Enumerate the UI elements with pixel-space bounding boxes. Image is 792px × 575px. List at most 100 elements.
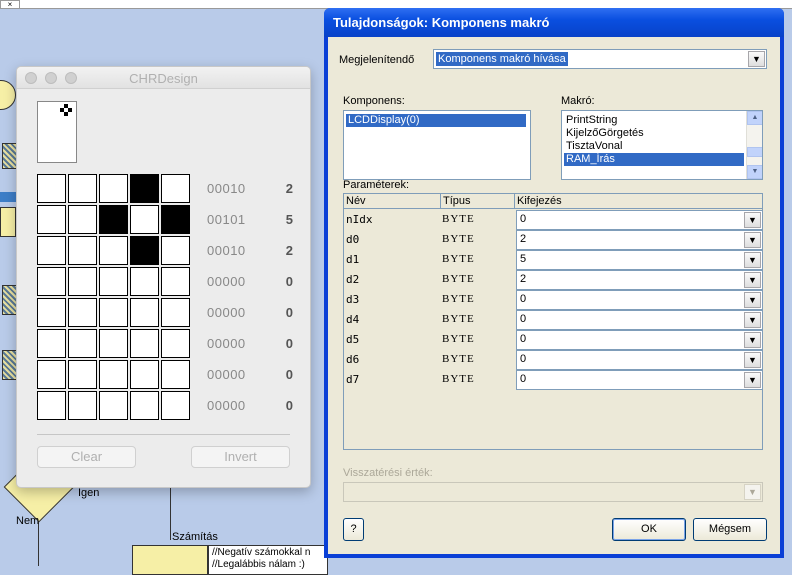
chrdesign-titlebar[interactable]: CHRDesign [17, 67, 310, 89]
pixel-cell[interactable] [37, 267, 66, 296]
pixel-cell[interactable] [130, 267, 159, 296]
pixel-cell[interactable] [161, 236, 190, 265]
display-select[interactable]: Komponens makró hívása ▼ [433, 49, 767, 69]
pixel-cell[interactable] [68, 267, 97, 296]
cancel-button[interactable]: Mégsem [693, 518, 767, 541]
param-expression-input[interactable]: 2 ▼ [516, 270, 763, 290]
param-expression-input[interactable]: 0 ▼ [516, 330, 763, 350]
pixel-cell[interactable] [68, 360, 97, 389]
macro-list-scrollbar[interactable]: ▲ ▼ [746, 111, 762, 179]
param-expression-value: 5 [520, 253, 527, 265]
pixel-cell[interactable] [99, 298, 128, 327]
dropdown-arrow-icon[interactable]: ▼ [744, 272, 761, 288]
pixel-cell[interactable] [37, 205, 66, 234]
param-expression-value: 0 [520, 373, 527, 385]
param-expression-input[interactable]: 0 ▼ [516, 370, 763, 390]
pixel-cell[interactable] [99, 174, 128, 203]
row-binary-value: 00000 [207, 336, 246, 351]
return-value-select: ▼ [343, 482, 763, 502]
pixel-cell[interactable] [130, 298, 159, 327]
pixel-cell[interactable] [99, 205, 128, 234]
param-expression-input[interactable]: 0 ▼ [516, 210, 763, 230]
pixel-cell[interactable] [161, 329, 190, 358]
param-expression-input[interactable]: 0 ▼ [516, 290, 763, 310]
ok-button[interactable]: OK [612, 518, 686, 541]
macro-item[interactable]: KijelzőGörgetés [564, 127, 646, 140]
pixel-cell[interactable] [37, 329, 66, 358]
invert-button[interactable]: Invert [191, 446, 290, 468]
macro-list[interactable]: PrintString KijelzőGörgetés TisztaVonal … [561, 110, 763, 180]
dropdown-arrow-icon[interactable]: ▼ [744, 292, 761, 308]
pixel-cell[interactable] [37, 360, 66, 389]
dropdown-arrow-icon[interactable]: ▼ [744, 232, 761, 248]
pixel-cell[interactable] [68, 236, 97, 265]
pixel-cell[interactable] [99, 267, 128, 296]
dropdown-arrow-icon[interactable]: ▼ [744, 312, 761, 328]
pixel-cell[interactable] [161, 298, 190, 327]
macro-item-selected[interactable]: RAM_Írás [564, 153, 744, 166]
pixel-cell[interactable] [99, 236, 128, 265]
param-expression-input[interactable]: 0 ▼ [516, 350, 763, 370]
pixel-cell[interactable] [68, 329, 97, 358]
help-button[interactable]: ? [343, 518, 364, 541]
clear-button[interactable]: Clear [37, 446, 136, 468]
flowchart-calc-block[interactable] [132, 545, 208, 575]
pixel-cell[interactable] [130, 360, 159, 389]
dropdown-arrow-icon[interactable]: ▼ [744, 332, 761, 348]
pixel-cell[interactable] [130, 329, 159, 358]
flowchart-calc-block[interactable] [0, 207, 16, 237]
scroll-thumb[interactable] [747, 147, 762, 157]
pixel-cell[interactable] [161, 267, 190, 296]
component-item[interactable]: LCDDisplay(0) [346, 114, 526, 127]
param-expression-input[interactable]: 5 ▼ [516, 250, 763, 270]
dropdown-arrow-icon[interactable]: ▼ [744, 252, 761, 268]
pixel-cell[interactable] [99, 391, 128, 420]
editor-tab-close-icon[interactable]: × [0, 0, 20, 9]
macro-item[interactable]: PrintString [564, 114, 619, 127]
param-expression-input[interactable]: 2 ▼ [516, 230, 763, 250]
row-binary-value: 00000 [207, 274, 246, 289]
column-header-expression[interactable]: Kifejezés [515, 194, 763, 209]
pixel-cell[interactable] [68, 205, 97, 234]
pixel-cell[interactable] [130, 236, 159, 265]
pixel-cell[interactable] [68, 298, 97, 327]
pixel-cell[interactable] [99, 360, 128, 389]
dropdown-arrow-icon[interactable]: ▼ [744, 212, 761, 228]
macro-item[interactable]: TisztaVonal [564, 140, 624, 153]
pixel-cell[interactable] [37, 298, 66, 327]
column-header-name[interactable]: Név [344, 194, 441, 209]
dropdown-arrow-icon: ▼ [744, 484, 761, 500]
pixel-cell[interactable] [68, 174, 97, 203]
param-expression-value: 0 [520, 313, 527, 325]
pixel-cell[interactable] [37, 391, 66, 420]
param-expression-value: 0 [520, 353, 527, 365]
scroll-up-icon[interactable]: ▲ [747, 111, 762, 125]
pixel-cell[interactable] [161, 174, 190, 203]
flowchart-comment[interactable]: //Negatív számokkal n //Legalábbis nálam… [208, 545, 328, 575]
param-name: d2 [346, 273, 360, 286]
pixel-cell[interactable] [130, 391, 159, 420]
param-name: d4 [346, 313, 360, 326]
row-decimal-value: 5 [285, 212, 293, 227]
dropdown-arrow-icon[interactable]: ▼ [744, 352, 761, 368]
param-row: d3 BYTE 0 ▼ [344, 290, 763, 310]
pixel-cell[interactable] [161, 360, 190, 389]
pixel-cell[interactable] [99, 329, 128, 358]
pixel-cell[interactable] [130, 174, 159, 203]
flowchart-start-icon[interactable] [0, 80, 16, 110]
pixel-cell[interactable] [130, 205, 159, 234]
column-header-type[interactable]: Típus [441, 194, 515, 209]
pixel-cell[interactable] [37, 174, 66, 203]
pixel-cell[interactable] [161, 205, 190, 234]
dropdown-arrow-icon[interactable]: ▼ [748, 51, 765, 67]
pixel-cell[interactable] [161, 391, 190, 420]
pixel-cell[interactable] [68, 391, 97, 420]
param-expression-input[interactable]: 0 ▼ [516, 310, 763, 330]
components-list[interactable]: LCDDisplay(0) [343, 110, 531, 180]
flowchart-selected-block[interactable] [0, 192, 16, 202]
param-type: BYTE [442, 213, 475, 225]
pixel-cell[interactable] [37, 236, 66, 265]
dropdown-arrow-icon[interactable]: ▼ [744, 372, 761, 388]
scroll-down-icon[interactable]: ▼ [747, 165, 762, 179]
dialog-titlebar[interactable]: Tulajdonságok: Komponens makró [324, 8, 784, 37]
